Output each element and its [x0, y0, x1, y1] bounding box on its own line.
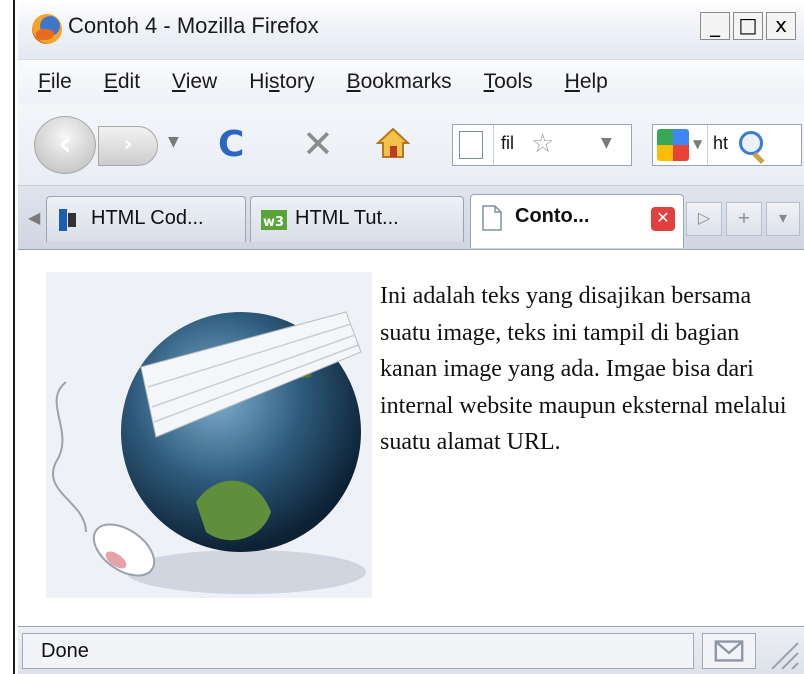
tab-contoh-active[interactable]: Conto... ✕: [470, 194, 684, 248]
desktop-edge: [0, 0, 18, 674]
stop-icon[interactable]: ✕: [302, 122, 334, 166]
navigation-toolbar: ‹ › ▼ C ✕ fil ☆ ▼ ▼ ht: [18, 104, 804, 186]
article-paragraph: Ini adalah teks yang disajikan bersama s…: [380, 283, 787, 455]
search-bar[interactable]: ▼ ht: [652, 124, 802, 166]
menu-file-rest: ile: [50, 70, 72, 93]
url-dropdown-icon[interactable]: ▼: [601, 135, 612, 151]
new-tab-button[interactable]: +: [726, 202, 762, 236]
resize-grip-icon[interactable]: [764, 637, 800, 669]
tab-html-code[interactable]: HTML Cod...: [46, 196, 246, 242]
tab-label: HTML Cod...: [91, 207, 204, 229]
close-button[interactable]: x: [766, 12, 796, 40]
page-icon: [482, 205, 502, 231]
menu-view[interactable]: View: [172, 70, 217, 94]
list-all-tabs-icon[interactable]: ▾: [766, 202, 800, 236]
tab-close-icon[interactable]: ✕: [651, 207, 675, 231]
reload-icon[interactable]: C: [218, 124, 244, 165]
url-input[interactable]: fil: [501, 133, 514, 154]
tab-label: HTML Tut...: [295, 207, 399, 229]
mail-notifier-icon[interactable]: [702, 633, 756, 669]
forward-button[interactable]: ›: [98, 126, 158, 166]
tab-scroll-right-icon[interactable]: ▷: [686, 202, 722, 236]
window-title: Contoh 4 - Mozilla Firefox: [68, 13, 319, 38]
screen-frame: Contoh 4 - Mozilla Firefox _ □ x File Ed…: [0, 0, 804, 674]
home-icon[interactable]: [376, 126, 410, 160]
title-bar[interactable]: Contoh 4 - Mozilla Firefox _ □ x: [18, 0, 804, 60]
tab-html-tutorial[interactable]: w3 HTML Tut...: [250, 196, 464, 242]
google-search-engine-icon[interactable]: [657, 129, 689, 161]
firefox-window: Contoh 4 - Mozilla Firefox _ □ x File Ed…: [18, 0, 804, 674]
svg-text:w3: w3: [263, 215, 284, 230]
firefox-logo-icon[interactable]: [32, 14, 62, 44]
search-input[interactable]: ht: [713, 133, 728, 154]
page-identity-icon[interactable]: [459, 131, 483, 159]
back-button[interactable]: ‹: [34, 116, 96, 174]
tab-label: Conto...: [515, 205, 590, 227]
menu-help[interactable]: Help: [565, 70, 608, 94]
search-magnifier-icon[interactable]: [739, 131, 763, 155]
menu-history[interactable]: History: [249, 70, 314, 94]
globe-keyboard-mouse-image: [46, 272, 372, 598]
status-text: Done: [22, 633, 694, 669]
w3schools-icon: w3: [261, 210, 287, 230]
status-bar: Done: [18, 626, 804, 674]
menu-tools[interactable]: Tools: [484, 70, 533, 94]
window-controls: _ □ x: [700, 12, 796, 40]
search-engine-dropdown-icon[interactable]: ▼: [693, 137, 702, 151]
menu-file[interactable]: File: [38, 70, 72, 94]
tab-strip: ◀ HTML Cod... w3 HTML Tut... Conto... ✕ …: [18, 186, 804, 250]
page-content: Ini adalah teks yang disajikan bersama s…: [18, 250, 804, 626]
minimize-button[interactable]: _: [700, 12, 730, 40]
url-bar[interactable]: fil ☆ ▼: [452, 124, 632, 166]
menu-edit[interactable]: Edit: [104, 70, 140, 94]
history-dropdown-icon[interactable]: ▼: [168, 134, 179, 150]
dreamweaver-icon: [59, 209, 76, 231]
maximize-button[interactable]: □: [733, 12, 763, 40]
bookmark-star-icon[interactable]: ☆: [531, 129, 554, 159]
tab-scroll-left-icon[interactable]: ◀: [28, 208, 40, 227]
menu-bookmarks[interactable]: Bookmarks: [347, 70, 452, 94]
menu-bar: File Edit View History Bookmarks Tools H…: [18, 60, 804, 104]
